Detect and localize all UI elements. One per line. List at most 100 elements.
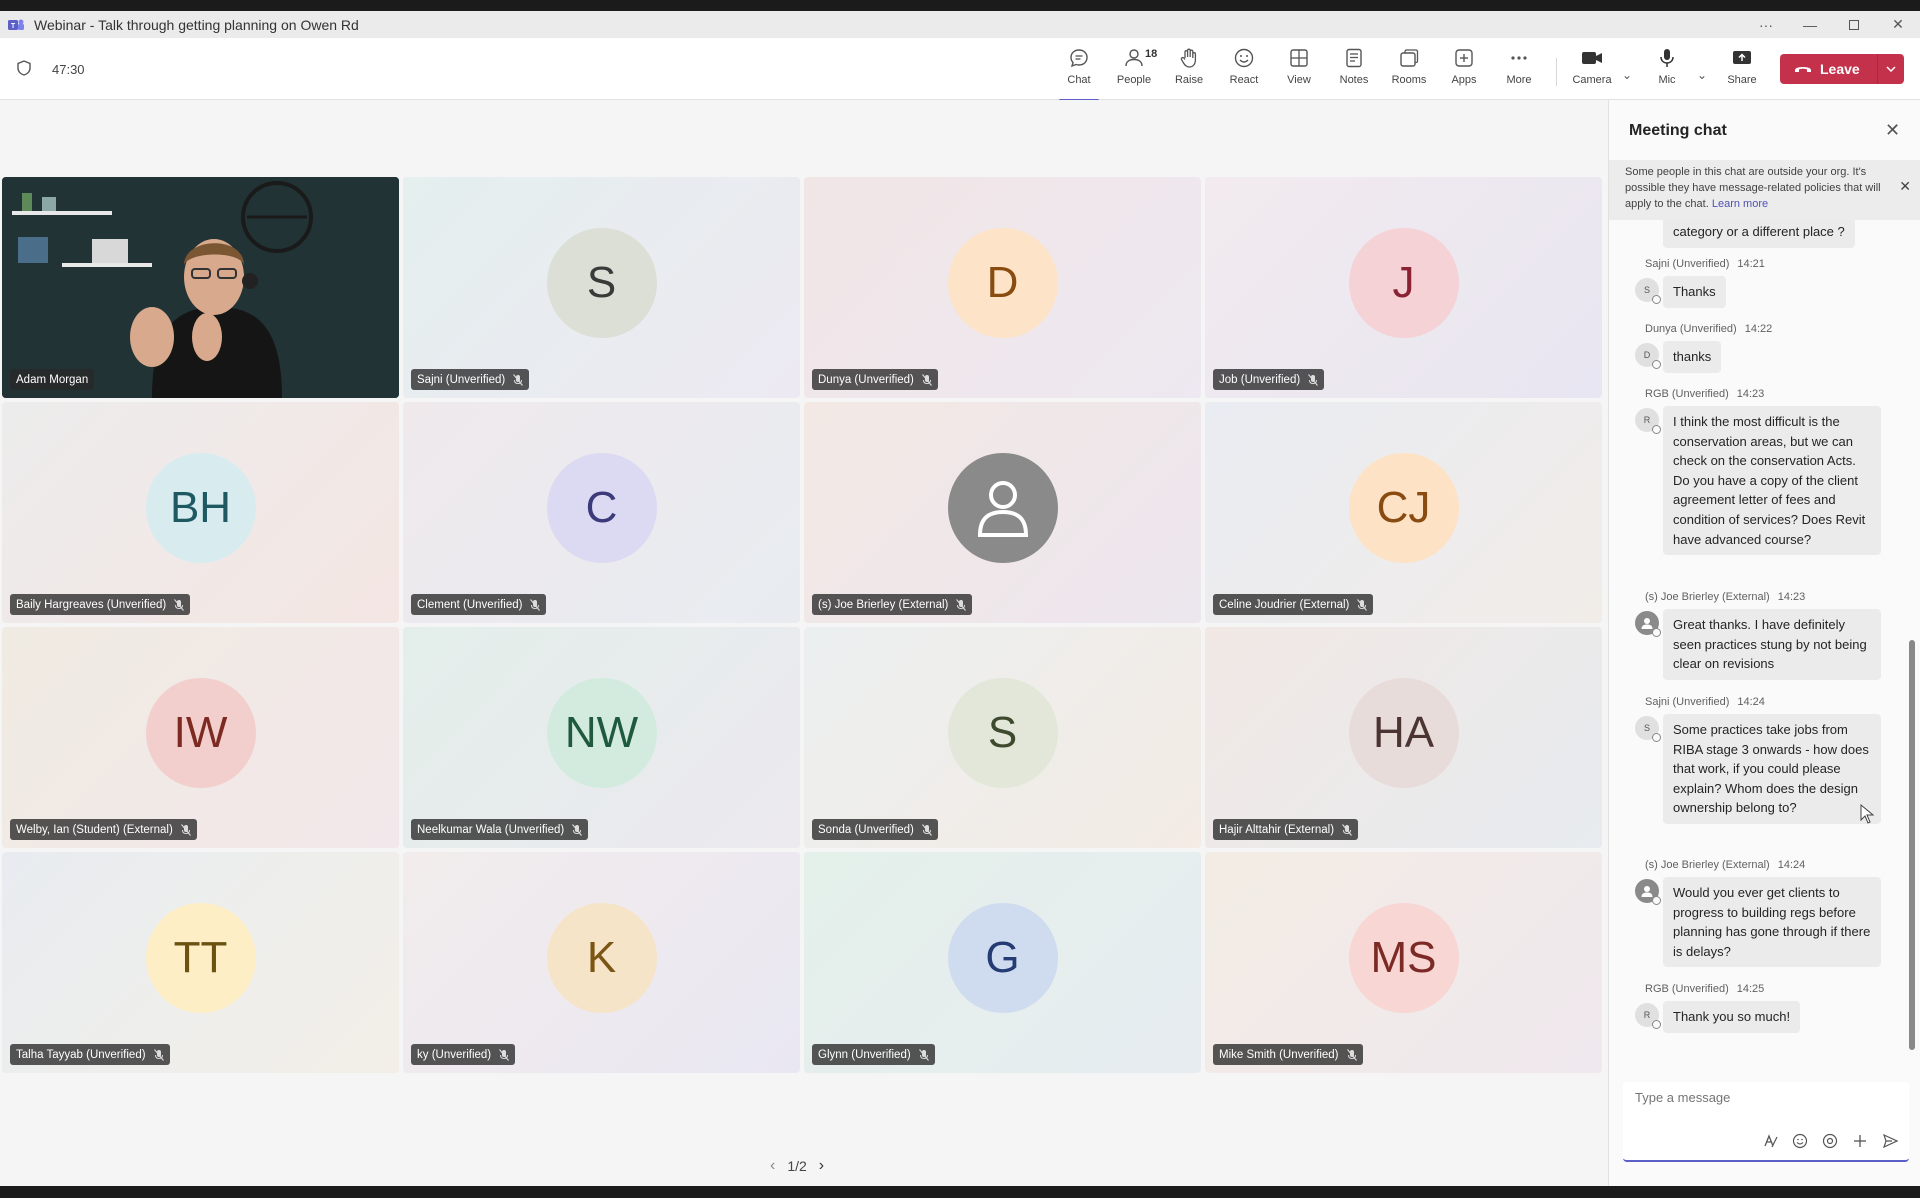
mic-label: Mic: [1658, 74, 1676, 86]
leave-button[interactable]: Leave: [1780, 54, 1904, 84]
participant-name: Mike Smith (Unverified): [1219, 1048, 1339, 1061]
share-button[interactable]: Share: [1716, 46, 1768, 94]
message-time: 14:23: [1777, 591, 1806, 603]
ellipsis-icon: [1508, 46, 1530, 70]
people-label: People: [1116, 74, 1152, 86]
more-button[interactable]: More: [1493, 46, 1545, 94]
leave-options-chevron-icon[interactable]: [1878, 66, 1904, 72]
next-page-icon[interactable]: ›: [819, 1157, 824, 1175]
chat-message[interactable]: RGB (Unverified) 14:23 R I think the most…: [1635, 388, 1895, 556]
chat-message[interactable]: (s) Joe Brierley (External) 14:24 Would y…: [1635, 859, 1895, 968]
participant-tile[interactable]: NW Neelkumar Wala (Unverified): [403, 627, 800, 848]
dismiss-banner-icon[interactable]: ✕: [1899, 178, 1911, 194]
participant-tile[interactable]: K ky (Unverified): [403, 852, 800, 1073]
react-button[interactable]: React: [1218, 46, 1270, 94]
participant-name: Dunya (Unverified): [818, 373, 914, 386]
participant-name-tag: Hajir Alttahir (External): [1213, 819, 1359, 840]
avatar: K: [546, 903, 657, 1014]
camera-button[interactable]: Camera: [1566, 46, 1618, 94]
previous-page-icon[interactable]: ‹: [770, 1157, 775, 1175]
chat-message[interactable]: Sajni (Unverified) 14:24 S Some practices…: [1635, 696, 1895, 824]
chat-message[interactable]: (s) Joe Brierley (External) 14:23 Great t…: [1635, 591, 1895, 680]
chat-message-list[interactable]: category or a different place ? Sajni (U…: [1609, 220, 1909, 1050]
participant-tile[interactable]: Adam Morgan: [2, 177, 399, 398]
maximize-button[interactable]: [1832, 11, 1876, 38]
toolbar-divider: [1556, 58, 1557, 86]
participant-tile[interactable]: J Job (Unverified): [1205, 177, 1602, 398]
chat-message[interactable]: RGB (Unverified) 14:25 R Thank you so muc…: [1635, 983, 1895, 1033]
participant-name-tag: Celine Joudrier (External): [1213, 594, 1374, 615]
chat-button[interactable]: Chat: [1053, 46, 1105, 102]
participant-name: Baily Hargreaves (Unverified): [16, 598, 167, 611]
participant-tile[interactable]: BH Baily Hargreaves (Unverified): [2, 402, 399, 623]
sender-avatar: [1635, 611, 1661, 637]
participant-tile[interactable]: MS Mike Smith (Unverified): [1205, 852, 1602, 1073]
participant-tile[interactable]: D Dunya (Unverified): [804, 177, 1201, 398]
view-button[interactable]: View: [1273, 46, 1325, 94]
avatar: MS: [1348, 903, 1459, 1014]
emoji-icon[interactable]: [1791, 1132, 1809, 1150]
avatar-initials: S: [987, 708, 1018, 758]
chat-message[interactable]: Dunya (Unverified) 14:22 D thanks: [1635, 323, 1895, 373]
mouse-cursor-icon: [1860, 803, 1875, 829]
share-screen-icon: [1731, 46, 1753, 70]
chat-message[interactable]: Sajni (Unverified) 14:21 S Thanks: [1635, 258, 1895, 308]
learn-more-link[interactable]: Learn more: [1712, 198, 1768, 210]
participant-name-tag: Talha Tayyab (Unverified): [10, 1044, 170, 1065]
participant-tile[interactable]: IW Welby, Ian (Student) (External): [2, 627, 399, 848]
participant-tile[interactable]: C Clement (Unverified): [403, 402, 800, 623]
participant-tile[interactable]: G Glynn (Unverified): [804, 852, 1201, 1073]
presence-status-icon: [1652, 425, 1661, 434]
participant-name: Clement (Unverified): [417, 598, 523, 611]
participant-name: Sajni (Unverified): [417, 373, 506, 386]
avatar: TT: [145, 903, 256, 1014]
rooms-label: Rooms: [1391, 74, 1427, 86]
mic-button[interactable]: Mic: [1641, 46, 1693, 94]
minimize-button[interactable]: —: [1788, 11, 1832, 38]
participant-grid: Adam Morgan S Sajni (Unverified) D Dunya…: [2, 177, 1602, 1073]
send-icon[interactable]: [1881, 1132, 1899, 1150]
participant-tile[interactable]: HA Hajir Alttahir (External): [1205, 627, 1602, 848]
message-text: category or a different place ?: [1663, 220, 1855, 248]
rooms-button[interactable]: Rooms: [1383, 46, 1435, 94]
mic-muted-icon: [174, 598, 185, 611]
participant-tile[interactable]: S Sonda (Unverified): [804, 627, 1201, 848]
loop-component-icon[interactable]: [1821, 1132, 1839, 1150]
avatar-initials: NW: [564, 708, 639, 758]
presence-status-icon: [1652, 733, 1661, 742]
avatar: NW: [546, 678, 657, 789]
participant-tile[interactable]: TT Talha Tayyab (Unverified): [2, 852, 399, 1073]
mic-muted-icon: [921, 823, 932, 836]
message-time: 14:25: [1736, 983, 1765, 995]
sender-avatar: S: [1635, 716, 1661, 742]
close-window-button[interactable]: ✕: [1876, 11, 1920, 38]
participant-name: Hajir Alttahir (External): [1219, 823, 1335, 836]
format-text-icon[interactable]: [1761, 1132, 1779, 1150]
chat-scrollbar[interactable]: [1909, 640, 1915, 1050]
sender-name: (s) Joe Brierley (External): [1645, 859, 1770, 871]
sender-name: Sajni (Unverified): [1645, 696, 1730, 708]
more-options-icon[interactable]: ···: [1744, 11, 1788, 38]
apps-button[interactable]: Apps: [1438, 46, 1490, 94]
mic-options-chevron-icon[interactable]: ⌄: [1697, 68, 1707, 82]
camera-options-chevron-icon[interactable]: ⌄: [1622, 68, 1632, 82]
message-time: 14:24: [1777, 859, 1806, 871]
notes-button[interactable]: Notes: [1328, 46, 1380, 94]
participant-tile[interactable]: CJ Celine Joudrier (External): [1205, 402, 1602, 623]
avatar-initials: G: [985, 933, 1020, 983]
close-chat-icon[interactable]: ✕: [1885, 120, 1900, 141]
message-input[interactable]: [1635, 1090, 1895, 1105]
participant-video: [2, 177, 399, 398]
people-button[interactable]: 18 People: [1108, 46, 1160, 94]
participant-tile[interactable]: S Sajni (Unverified): [403, 177, 800, 398]
add-attachment-icon[interactable]: [1851, 1132, 1869, 1150]
mic-muted-icon: [921, 373, 932, 386]
smiley-icon: [1233, 46, 1255, 70]
participant-tile[interactable]: (s) Joe Brierley (External): [804, 402, 1201, 623]
title-bar: T Webinar - Talk through getting plannin…: [0, 11, 1920, 38]
participant-name: Glynn (Unverified): [818, 1048, 911, 1061]
mic-muted-icon: [918, 1048, 929, 1061]
raise-hand-button[interactable]: Raise: [1163, 46, 1215, 94]
avatar-initials: D: [986, 258, 1019, 308]
sender-initial: D: [1643, 350, 1651, 360]
